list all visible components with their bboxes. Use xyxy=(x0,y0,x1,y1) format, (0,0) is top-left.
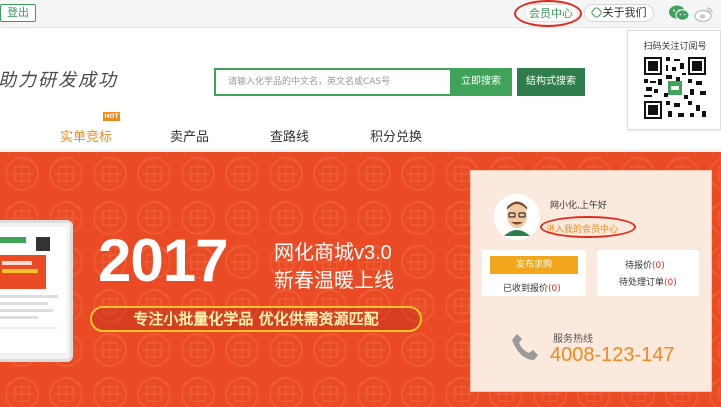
banner-title: 网化商城v3.0 xyxy=(274,242,392,264)
nav-item-routes[interactable]: 查路线 xyxy=(270,126,309,145)
page: 登出 会员中心 关于我们 扫码关注订阅号 助力研发成功 请输入化学品的中文名，英… xyxy=(0,0,721,407)
weibo-icon[interactable] xyxy=(694,5,714,22)
top-bar: 登出 会员中心 关于我们 xyxy=(0,0,721,28)
pending-quotes-label: 待报价 xyxy=(625,261,653,271)
qr-popup: 扫码关注订阅号 xyxy=(627,30,721,130)
pending-orders-link[interactable]: 待处理订单(0) xyxy=(619,275,677,288)
received-quotes-count: (0) xyxy=(548,284,561,294)
nav-item-sell[interactable]: 卖产品 xyxy=(170,126,209,145)
received-quotes-link[interactable]: 已收到报价(0) xyxy=(503,281,561,294)
pending-quotes-link[interactable]: 待报价(0) xyxy=(625,258,665,271)
post-request-button[interactable]: 发布求购 xyxy=(490,256,578,274)
member-center-button[interactable]: 会员中心 xyxy=(524,4,578,22)
about-us-label: 关于我们 xyxy=(602,6,647,19)
hot-badge: HOT xyxy=(103,112,120,121)
pending-orders-label: 待处理订单 xyxy=(619,278,665,288)
search-button[interactable]: 立即搜索 xyxy=(450,68,512,96)
nav-item-bidding[interactable]: 实单竞标 xyxy=(60,126,112,145)
avatar xyxy=(494,194,540,240)
enter-member-center-link[interactable]: 进入我的会员中心 xyxy=(546,222,618,235)
device-mockup xyxy=(0,220,73,362)
wechat-icon[interactable] xyxy=(668,4,690,22)
logout-button[interactable]: 登出 xyxy=(0,4,36,22)
received-quotes-label: 已收到报价 xyxy=(503,284,549,294)
hotline-number: 4008-123-147 xyxy=(550,344,675,366)
greeting-text: 网小化,上午好 xyxy=(550,201,607,211)
banner-subtitle-title: 新春温暖上线 xyxy=(274,270,394,292)
link-icon xyxy=(589,6,603,19)
pending-orders-count: (0) xyxy=(664,278,677,288)
device-screen xyxy=(0,227,67,353)
post-request-label: 发布求购 xyxy=(515,260,552,270)
qr-caption: 扫码关注订阅号 xyxy=(643,42,707,52)
structure-search-button[interactable]: 结构式搜索 xyxy=(517,68,585,96)
pending-box xyxy=(597,250,699,296)
banner-year: 2017 xyxy=(98,227,228,294)
qr-code-icon xyxy=(642,55,708,121)
brand-slogan: 助力研发成功 xyxy=(0,70,118,91)
pending-quotes-count: (0) xyxy=(652,261,665,271)
search-input[interactable]: 请输入化学品的中文名，英文名或CAS号 xyxy=(214,68,450,96)
about-us-button[interactable]: 关于我们 xyxy=(584,4,654,22)
phone-icon xyxy=(512,334,538,360)
banner-tagline: 专注小批量化学品 优化供需资源匹配 xyxy=(90,306,422,332)
nav-item-points[interactable]: 积分兑换 xyxy=(370,126,422,145)
hotline-label: 服务热线 xyxy=(553,334,593,345)
